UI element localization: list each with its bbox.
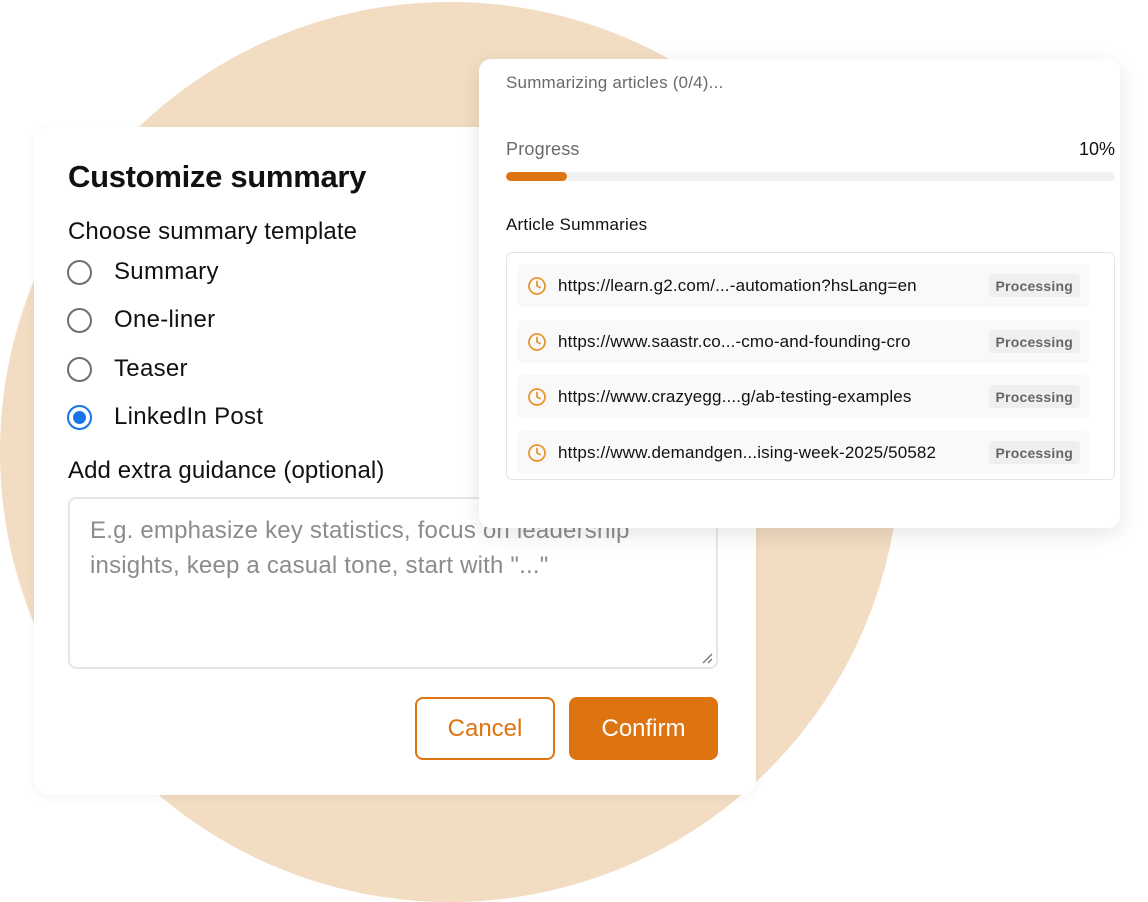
summarizing-progress-panel: Summarizing articles (0/4)... Progress 1… [479, 59, 1120, 528]
list-item[interactable]: https://www.saastr.co...-cmo-and-foundin… [517, 320, 1090, 363]
article-summaries-heading: Article Summaries [506, 215, 648, 234]
radio-button-teaser[interactable] [67, 356, 92, 382]
radio-label: Summary [114, 258, 219, 285]
radio-label: One-liner [114, 306, 216, 333]
template-section-label: Choose summary template [68, 218, 358, 245]
radio-option-one-liner[interactable]: One-liner [67, 305, 215, 335]
clock-icon [528, 443, 546, 462]
article-url: https://www.crazyegg....g/ab-testing-exa… [558, 386, 912, 406]
progress-percent: 10% [1078, 139, 1115, 159]
list-item[interactable]: https://www.demandgen...ising-week-2025/… [517, 431, 1090, 474]
clock-icon [528, 276, 546, 295]
progress-label: Progress [506, 139, 580, 159]
confirm-button[interactable]: Confirm [569, 697, 718, 760]
status-badge: Processing [988, 385, 1080, 408]
radio-option-summary[interactable]: Summary [67, 257, 219, 287]
status-badge: Processing [988, 274, 1080, 297]
status-badge: Processing [988, 441, 1080, 464]
radio-label: LinkedIn Post [114, 403, 264, 430]
radio-option-linkedin-post[interactable]: LinkedIn Post [67, 402, 263, 432]
dialog-title: Customize summary [68, 159, 367, 194]
radio-label: Teaser [114, 355, 188, 382]
radio-button-one-liner[interactable] [67, 307, 92, 333]
clock-icon [528, 387, 546, 406]
guidance-section-label: Add extra guidance (optional) [68, 457, 385, 484]
clock-icon [528, 332, 546, 351]
cancel-button[interactable]: Cancel [415, 697, 555, 760]
resize-handle-icon[interactable] [701, 652, 713, 664]
radio-button-linkedin-post[interactable] [67, 404, 92, 430]
article-url: https://www.demandgen...ising-week-2025/… [558, 442, 937, 462]
progress-status-text: Summarizing articles (0/4)... [506, 73, 724, 92]
status-badge: Processing [988, 330, 1080, 353]
article-summaries-list[interactable]: https://learn.g2.com/...-automation?hsLa… [506, 252, 1115, 480]
radio-option-teaser[interactable]: Teaser [67, 354, 188, 384]
progress-bar-fill [506, 172, 567, 181]
radio-button-summary[interactable] [67, 259, 92, 285]
list-item[interactable]: https://learn.g2.com/...-automation?hsLa… [517, 264, 1090, 307]
article-url: https://www.saastr.co...-cmo-and-foundin… [558, 331, 911, 351]
article-url: https://learn.g2.com/...-automation?hsLa… [558, 275, 917, 295]
list-item[interactable]: https://www.crazyegg....g/ab-testing-exa… [517, 375, 1090, 418]
progress-bar [506, 172, 1115, 181]
